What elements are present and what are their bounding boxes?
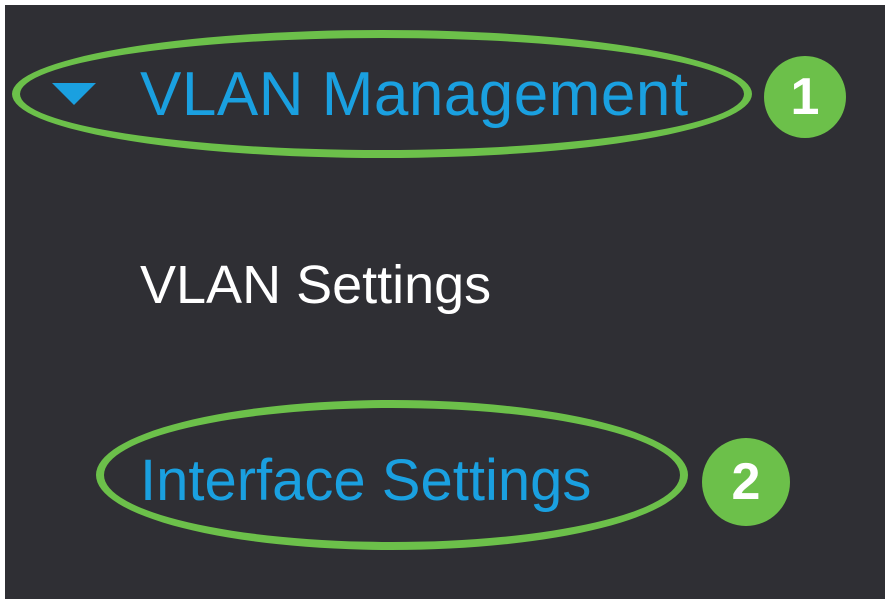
menu-item-vlan-settings[interactable]: VLAN Settings <box>140 252 491 318</box>
caret-down-icon[interactable] <box>52 83 96 105</box>
step-badge-2: 2 <box>702 438 790 526</box>
step-badge-1: 1 <box>764 56 846 138</box>
screenshot-frame: VLAN Management 1 VLAN Settings Interfac… <box>0 0 885 604</box>
menu-item-vlan-management[interactable]: VLAN Management <box>140 58 689 132</box>
menu-item-interface-settings[interactable]: Interface Settings <box>140 446 591 516</box>
